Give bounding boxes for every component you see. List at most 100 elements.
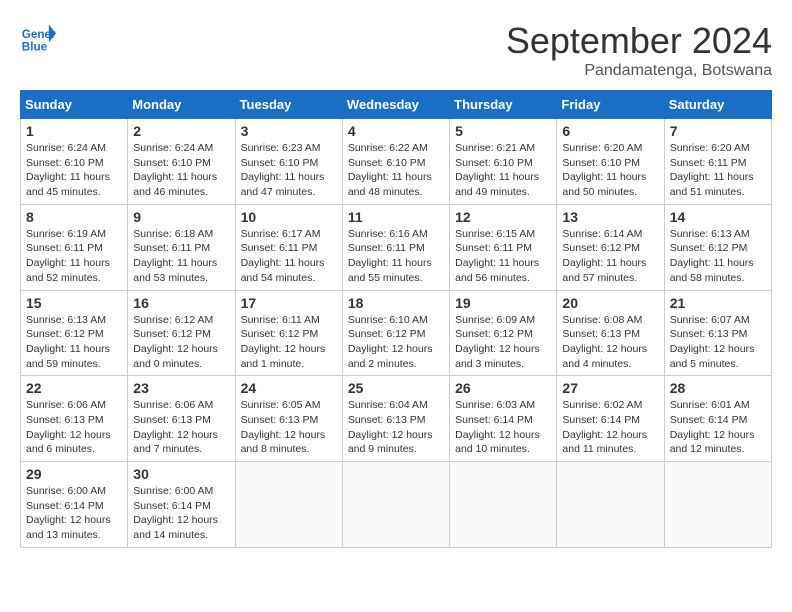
day-number: 18 — [348, 295, 444, 311]
calendar-cell: 15Sunrise: 6:13 AM Sunset: 6:12 PM Dayli… — [21, 290, 128, 376]
day-number: 12 — [455, 209, 551, 225]
day-info: Sunrise: 6:16 AM Sunset: 6:11 PM Dayligh… — [348, 227, 444, 286]
day-info: Sunrise: 6:09 AM Sunset: 6:12 PM Dayligh… — [455, 313, 551, 372]
day-number: 29 — [26, 466, 122, 482]
calendar-cell: 3 Sunrise: 6:23 AM Sunset: 6:10 PM Daylig… — [235, 119, 342, 205]
day-number: 21 — [670, 295, 766, 311]
calendar-cell — [450, 462, 557, 548]
day-number: 22 — [26, 380, 122, 396]
day-info: Sunrise: 6:14 AM Sunset: 6:12 PM Dayligh… — [562, 227, 658, 286]
title-block: September 2024 Pandamatenga, Botswana — [506, 20, 772, 80]
col-header-saturday: Saturday — [664, 91, 771, 119]
calendar-cell — [342, 462, 449, 548]
day-number: 30 — [133, 466, 229, 482]
day-number: 27 — [562, 380, 658, 396]
day-info: Sunrise: 6:24 AM Sunset: 6:10 PM Dayligh… — [26, 141, 122, 200]
calendar-cell: 14Sunrise: 6:13 AM Sunset: 6:12 PM Dayli… — [664, 204, 771, 290]
calendar-cell: 16 Sunrise: 6:12 AM Sunset: 6:12 PM Dayli… — [128, 290, 235, 376]
day-number: 4 — [348, 123, 444, 139]
calendar-week-1: 1Sunrise: 6:24 AM Sunset: 6:10 PM Daylig… — [21, 119, 772, 205]
day-info: Sunrise: 6:22 AM Sunset: 6:10 PM Dayligh… — [348, 141, 444, 200]
day-number: 11 — [348, 209, 444, 225]
calendar-cell: 12 Sunrise: 6:15 AM Sunset: 6:11 PM Dayli… — [450, 204, 557, 290]
calendar-week-4: 22 Sunrise: 6:06 AM Sunset: 6:13 PM Dayli… — [21, 376, 772, 462]
day-number: 13 — [562, 209, 658, 225]
calendar-cell: 25Sunrise: 6:04 AM Sunset: 6:13 PM Dayli… — [342, 376, 449, 462]
calendar-cell: 26 Sunrise: 6:03 AM Sunset: 6:14 PM Dayli… — [450, 376, 557, 462]
calendar-cell — [557, 462, 664, 548]
day-info: Sunrise: 6:08 AM Sunset: 6:13 PM Dayligh… — [562, 313, 658, 372]
calendar-table: SundayMondayTuesdayWednesdayThursdayFrid… — [20, 90, 772, 548]
calendar-cell: 18 Sunrise: 6:10 AM Sunset: 6:12 PM Dayli… — [342, 290, 449, 376]
calendar-cell: 30 Sunrise: 6:00 AM Sunset: 6:14 PM Dayli… — [128, 462, 235, 548]
day-info: Sunrise: 6:02 AM Sunset: 6:14 PM Dayligh… — [562, 398, 658, 457]
calendar-week-5: 29 Sunrise: 6:00 AM Sunset: 6:14 PM Dayli… — [21, 462, 772, 548]
calendar-cell: 21 Sunrise: 6:07 AM Sunset: 6:13 PM Dayli… — [664, 290, 771, 376]
calendar-cell: 19Sunrise: 6:09 AM Sunset: 6:12 PM Dayli… — [450, 290, 557, 376]
calendar-cell: 4 Sunrise: 6:22 AM Sunset: 6:10 PM Daylig… — [342, 119, 449, 205]
day-info: Sunrise: 6:18 AM Sunset: 6:11 PM Dayligh… — [133, 227, 229, 286]
day-info: Sunrise: 6:19 AM Sunset: 6:11 PM Dayligh… — [26, 227, 122, 286]
col-header-tuesday: Tuesday — [235, 91, 342, 119]
day-info: Sunrise: 6:07 AM Sunset: 6:13 PM Dayligh… — [670, 313, 766, 372]
day-number: 6 — [562, 123, 658, 139]
day-info: Sunrise: 6:01 AM Sunset: 6:14 PM Dayligh… — [670, 398, 766, 457]
day-info: Sunrise: 6:13 AM Sunset: 6:12 PM Dayligh… — [26, 313, 122, 372]
day-number: 28 — [670, 380, 766, 396]
calendar-cell: 11 Sunrise: 6:16 AM Sunset: 6:11 PM Dayli… — [342, 204, 449, 290]
day-info: Sunrise: 6:23 AM Sunset: 6:10 PM Dayligh… — [241, 141, 337, 200]
month-title: September 2024 — [506, 20, 772, 62]
calendar-week-2: 8 Sunrise: 6:19 AM Sunset: 6:11 PM Daylig… — [21, 204, 772, 290]
calendar-cell: 1Sunrise: 6:24 AM Sunset: 6:10 PM Daylig… — [21, 119, 128, 205]
calendar-cell: 27 Sunrise: 6:02 AM Sunset: 6:14 PM Dayli… — [557, 376, 664, 462]
day-info: Sunrise: 6:13 AM Sunset: 6:12 PM Dayligh… — [670, 227, 766, 286]
day-info: Sunrise: 6:10 AM Sunset: 6:12 PM Dayligh… — [348, 313, 444, 372]
calendar-cell: 22 Sunrise: 6:06 AM Sunset: 6:13 PM Dayli… — [21, 376, 128, 462]
calendar-cell: 24 Sunrise: 6:05 AM Sunset: 6:13 PM Dayli… — [235, 376, 342, 462]
day-info: Sunrise: 6:12 AM Sunset: 6:12 PM Dayligh… — [133, 313, 229, 372]
day-info: Sunrise: 6:03 AM Sunset: 6:14 PM Dayligh… — [455, 398, 551, 457]
calendar-cell: 13 Sunrise: 6:14 AM Sunset: 6:12 PM Dayli… — [557, 204, 664, 290]
calendar-cell: 8 Sunrise: 6:19 AM Sunset: 6:11 PM Daylig… — [21, 204, 128, 290]
calendar-cell: 5Sunrise: 6:21 AM Sunset: 6:10 PM Daylig… — [450, 119, 557, 205]
day-info: Sunrise: 6:00 AM Sunset: 6:14 PM Dayligh… — [133, 484, 229, 543]
day-number: 17 — [241, 295, 337, 311]
day-info: Sunrise: 6:06 AM Sunset: 6:13 PM Dayligh… — [26, 398, 122, 457]
day-number: 26 — [455, 380, 551, 396]
day-info: Sunrise: 6:20 AM Sunset: 6:11 PM Dayligh… — [670, 141, 766, 200]
day-info: Sunrise: 6:20 AM Sunset: 6:10 PM Dayligh… — [562, 141, 658, 200]
location-subtitle: Pandamatenga, Botswana — [506, 62, 772, 80]
day-number: 2 — [133, 123, 229, 139]
day-info: Sunrise: 6:05 AM Sunset: 6:13 PM Dayligh… — [241, 398, 337, 457]
logo: General Blue — [20, 20, 56, 56]
day-number: 3 — [241, 123, 337, 139]
calendar-cell: 17Sunrise: 6:11 AM Sunset: 6:12 PM Dayli… — [235, 290, 342, 376]
day-number: 20 — [562, 295, 658, 311]
day-number: 24 — [241, 380, 337, 396]
calendar-cell — [235, 462, 342, 548]
calendar-cell: 6 Sunrise: 6:20 AM Sunset: 6:10 PM Daylig… — [557, 119, 664, 205]
calendar-cell: 7 Sunrise: 6:20 AM Sunset: 6:11 PM Daylig… — [664, 119, 771, 205]
page-header: General Blue September 2024 Pandamatenga… — [20, 20, 772, 80]
calendar-cell: 9Sunrise: 6:18 AM Sunset: 6:11 PM Daylig… — [128, 204, 235, 290]
calendar-cell: 20 Sunrise: 6:08 AM Sunset: 6:13 PM Dayli… — [557, 290, 664, 376]
calendar-cell — [664, 462, 771, 548]
calendar-cell: 10 Sunrise: 6:17 AM Sunset: 6:11 PM Dayli… — [235, 204, 342, 290]
calendar-cell: 29Sunrise: 6:00 AM Sunset: 6:14 PM Dayli… — [21, 462, 128, 548]
calendar-cell: 2 Sunrise: 6:24 AM Sunset: 6:10 PM Daylig… — [128, 119, 235, 205]
day-info: Sunrise: 6:17 AM Sunset: 6:11 PM Dayligh… — [241, 227, 337, 286]
svg-text:Blue: Blue — [22, 41, 48, 54]
day-info: Sunrise: 6:24 AM Sunset: 6:10 PM Dayligh… — [133, 141, 229, 200]
day-number: 7 — [670, 123, 766, 139]
col-header-sunday: Sunday — [21, 91, 128, 119]
calendar-cell: 28 Sunrise: 6:01 AM Sunset: 6:14 PM Dayli… — [664, 376, 771, 462]
day-number: 5 — [455, 123, 551, 139]
day-number: 8 — [26, 209, 122, 225]
col-header-friday: Friday — [557, 91, 664, 119]
day-info: Sunrise: 6:04 AM Sunset: 6:13 PM Dayligh… — [348, 398, 444, 457]
day-number: 16 — [133, 295, 229, 311]
calendar-week-3: 15Sunrise: 6:13 AM Sunset: 6:12 PM Dayli… — [21, 290, 772, 376]
day-number: 10 — [241, 209, 337, 225]
day-info: Sunrise: 6:15 AM Sunset: 6:11 PM Dayligh… — [455, 227, 551, 286]
col-header-wednesday: Wednesday — [342, 91, 449, 119]
